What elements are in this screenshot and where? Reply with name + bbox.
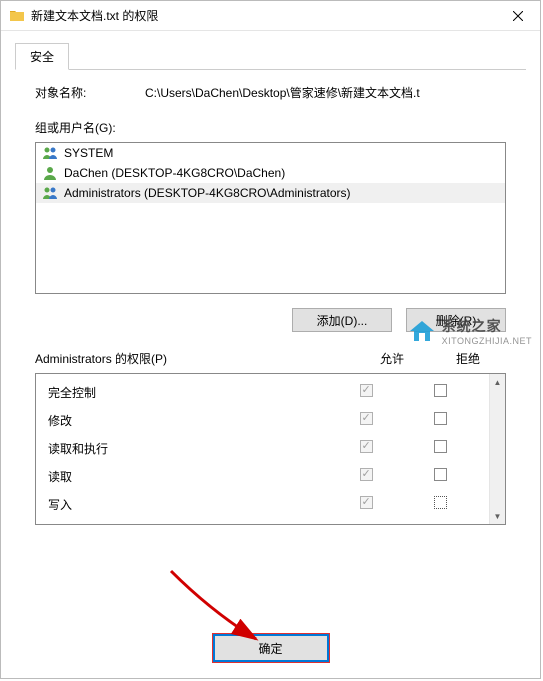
permission-row: 写入 — [36, 490, 489, 518]
allow-checkbox[interactable] — [360, 384, 373, 397]
scroll-up-icon[interactable]: ▲ — [490, 374, 505, 390]
permission-row: 读取 — [36, 462, 489, 490]
tabs: 安全 — [15, 43, 526, 70]
permissions-dialog: 新建文本文档.txt 的权限 安全 对象名称: C:\Users\DaChen\… — [0, 0, 541, 679]
scrollbar[interactable]: ▲ ▼ — [489, 374, 505, 524]
scroll-down-icon[interactable]: ▼ — [490, 508, 505, 524]
list-item-label: Administrators (DESKTOP-4KG8CRO\Administ… — [64, 186, 351, 200]
titlebar: 新建文本文档.txt 的权限 — [1, 1, 540, 31]
deny-column-header: 拒绝 — [430, 350, 506, 367]
tab-security[interactable]: 安全 — [15, 43, 69, 70]
deny-checkbox[interactable] — [434, 468, 447, 481]
watermark-en: XITONGZHIJIA.NET — [442, 336, 532, 346]
permission-name: 写入 — [48, 496, 329, 513]
list-item-label: DaChen (DESKTOP-4KG8CRO\DaChen) — [64, 166, 285, 180]
close-button[interactable] — [496, 1, 540, 31]
deny-checkbox[interactable] — [434, 412, 447, 425]
window-title: 新建文本文档.txt 的权限 — [31, 7, 496, 24]
permissions-header: Administrators 的权限(P) 允许 拒绝 — [35, 350, 506, 367]
add-button[interactable]: 添加(D)... — [292, 308, 392, 332]
permission-row: 读取和执行 — [36, 434, 489, 462]
permission-row: 完全控制 — [36, 378, 489, 406]
allow-checkbox[interactable] — [360, 412, 373, 425]
list-item[interactable]: SYSTEM — [36, 143, 505, 163]
permission-name: 读取 — [48, 468, 329, 485]
user-icon — [42, 165, 58, 181]
list-item[interactable]: Administrators (DESKTOP-4KG8CRO\Administ… — [36, 183, 505, 203]
folder-icon — [9, 8, 25, 24]
list-item-label: SYSTEM — [64, 146, 113, 160]
tab-area: 安全 对象名称: C:\Users\DaChen\Desktop\管家速修\新建… — [1, 31, 540, 525]
permissions-header-label: Administrators 的权限(P) — [35, 350, 354, 367]
watermark: 系统之家 XITONGZHIJIA.NET — [408, 316, 532, 346]
allow-checkbox[interactable] — [360, 496, 373, 509]
allow-column-header: 允许 — [354, 350, 430, 367]
deny-checkbox[interactable] — [434, 496, 447, 509]
watermark-cn: 系统之家 — [442, 316, 532, 336]
content: 对象名称: C:\Users\DaChen\Desktop\管家速修\新建文本文… — [15, 70, 526, 525]
house-icon — [408, 319, 436, 343]
allow-checkbox[interactable] — [360, 468, 373, 481]
object-name-label: 对象名称: — [35, 84, 145, 101]
object-name-value: C:\Users\DaChen\Desktop\管家速修\新建文本文档.t — [145, 84, 506, 101]
group-icon — [42, 145, 58, 161]
deny-checkbox[interactable] — [434, 384, 447, 397]
groups-label: 组或用户名(G): — [35, 119, 506, 136]
groups-listbox[interactable]: SYSTEM DaChen (DESKTOP-4KG8CRO\DaChen) Adm… — [35, 142, 506, 294]
permission-name: 修改 — [48, 412, 329, 429]
permission-name: 读取和执行 — [48, 440, 329, 457]
allow-checkbox[interactable] — [360, 440, 373, 453]
scroll-track[interactable] — [490, 390, 505, 508]
permissions-listbox: 完全控制修改读取和执行读取写入 ▲ ▼ — [35, 373, 506, 525]
footer: 确定 — [1, 634, 540, 662]
permission-row: 修改 — [36, 406, 489, 434]
object-name-row: 对象名称: C:\Users\DaChen\Desktop\管家速修\新建文本文… — [35, 84, 506, 101]
ok-button[interactable]: 确定 — [213, 634, 329, 662]
list-item[interactable]: DaChen (DESKTOP-4KG8CRO\DaChen) — [36, 163, 505, 183]
permission-name: 完全控制 — [48, 384, 329, 401]
group-icon — [42, 185, 58, 201]
deny-checkbox[interactable] — [434, 440, 447, 453]
